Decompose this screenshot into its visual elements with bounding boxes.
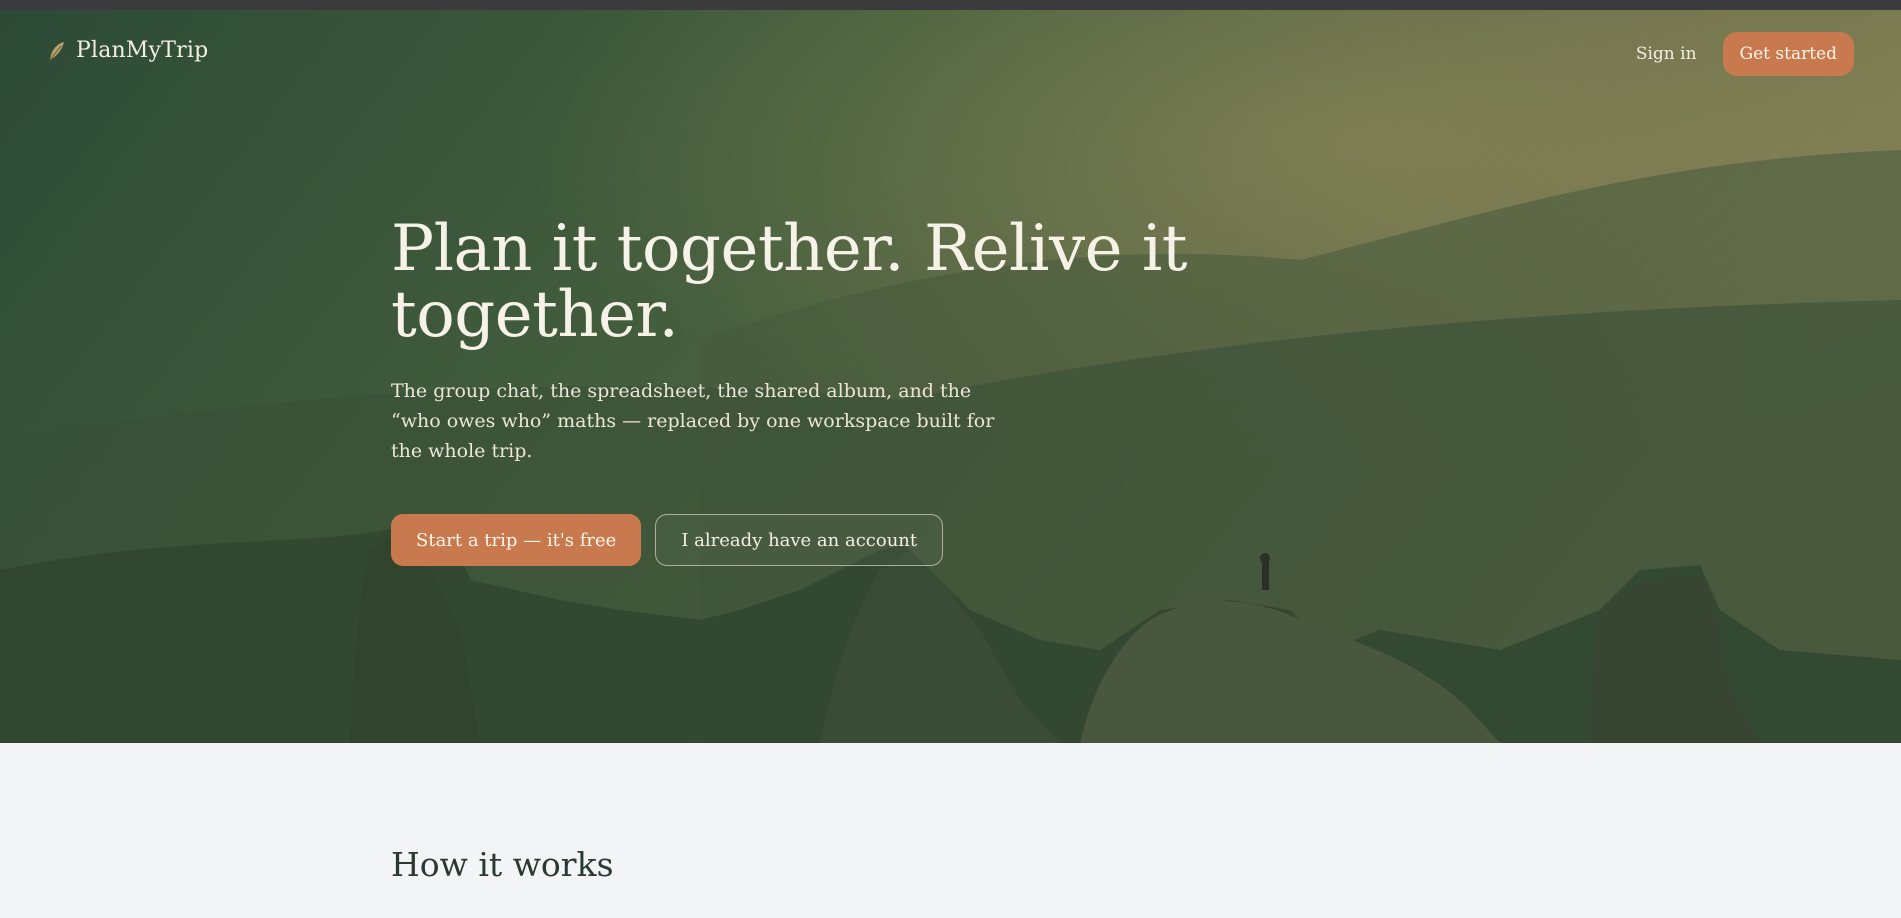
- hero-actions: Start a trip — it's free I already have …: [391, 514, 1191, 566]
- how-it-works-title: How it works: [391, 845, 614, 884]
- existing-account-button[interactable]: I already have an account: [655, 514, 944, 566]
- leaf-icon: [48, 40, 66, 62]
- top-navbar: PlanMyTrip Sign in Get started: [0, 10, 1901, 95]
- browser-top-strip: [0, 0, 1901, 10]
- brand-name: PlanMyTrip: [76, 38, 209, 63]
- sign-in-link[interactable]: Sign in: [1636, 44, 1697, 64]
- hero-subtitle: The group chat, the spreadsheet, the sha…: [391, 380, 995, 462]
- nav-actions: Sign in Get started: [1636, 32, 1854, 76]
- brand-logo-link[interactable]: PlanMyTrip: [48, 38, 208, 63]
- hero-title: Plan it together. Relive it together.: [391, 212, 1188, 352]
- start-trip-button[interactable]: Start a trip — it's free: [391, 514, 642, 566]
- get-started-button[interactable]: Get started: [1722, 32, 1854, 76]
- hero-content: Plan it together. Relive it together. Th…: [391, 216, 1191, 566]
